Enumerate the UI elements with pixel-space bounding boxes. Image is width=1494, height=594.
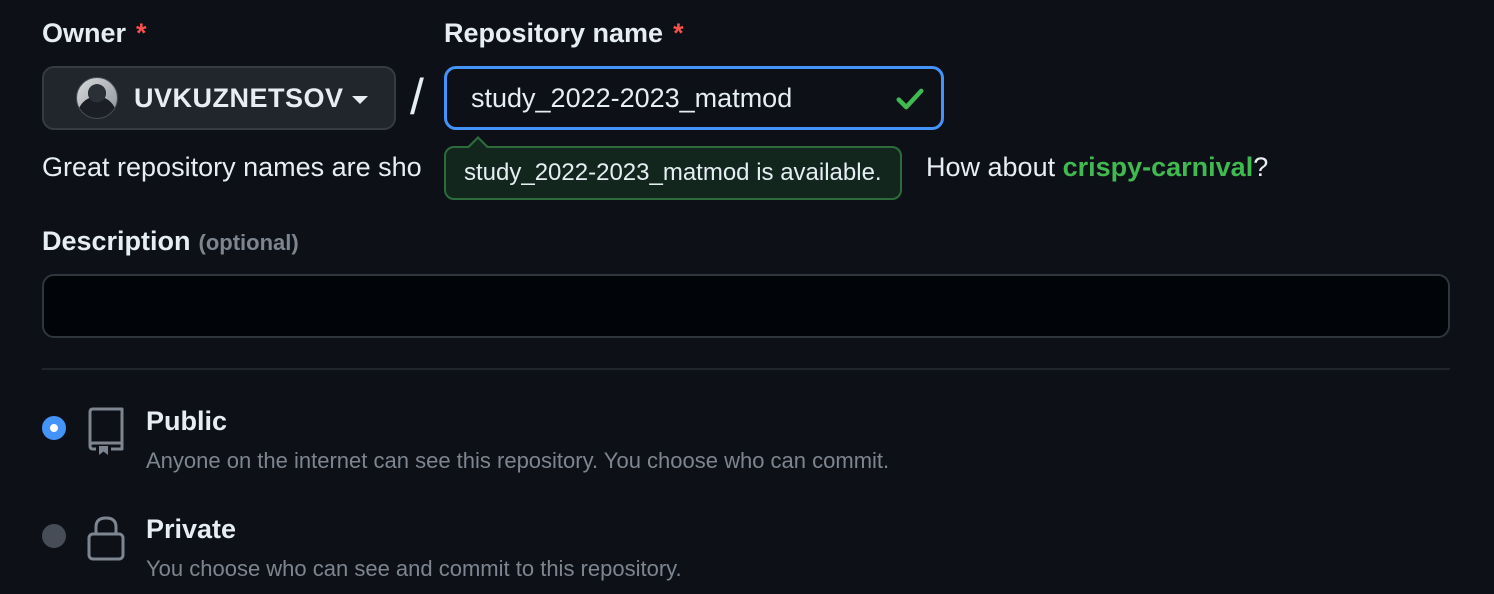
repo-name-label: Repository name *	[444, 18, 684, 49]
owner-label: Owner *	[42, 18, 147, 49]
private-radio[interactable]	[42, 524, 66, 548]
hint-suggestion-line: How about crispy-carnival?	[926, 152, 1268, 183]
owner-repo-separator: /	[410, 69, 424, 125]
description-label: Description (optional)	[42, 226, 299, 257]
public-description: Anyone on the internet can see this repo…	[146, 448, 890, 473]
caret-down-icon	[351, 96, 368, 104]
owner-name: UVKUZNETSOV	[134, 82, 344, 113]
public-radio[interactable]	[42, 416, 66, 440]
hint-how-about: How about	[926, 152, 1063, 182]
repo-name-required-mark: *	[673, 18, 684, 48]
public-title: Public	[146, 406, 228, 436]
owner-required-mark: *	[136, 18, 147, 48]
repo-name-input[interactable]: study_2022-2023_matmod	[444, 66, 944, 130]
owner-select[interactable]: UVKUZNETSOV	[42, 66, 396, 130]
section-divider	[42, 368, 1450, 370]
description-label-text: Description	[42, 226, 191, 256]
repo-name-label-text: Repository name	[444, 18, 664, 48]
description-input[interactable]	[42, 274, 1450, 338]
avatar	[76, 77, 118, 119]
availability-message: study_2022-2023_matmod is available.	[464, 159, 882, 186]
hint-prefix: Great repository names are sho	[42, 152, 422, 182]
repo-name-hint: Great repository names are sho How about…	[42, 152, 1268, 183]
suggested-name-link[interactable]: crispy-carnival	[1063, 152, 1254, 182]
hint-suffix: ?	[1253, 152, 1269, 182]
repo-icon	[88, 407, 124, 455]
private-description: You choose who can see and commit to thi…	[146, 556, 682, 581]
check-icon	[896, 88, 924, 110]
repo-name-value: study_2022-2023_matmod	[471, 82, 793, 113]
availability-tooltip: study_2022-2023_matmod is available.	[444, 136, 902, 200]
lock-icon	[87, 516, 125, 561]
description-optional-note: (optional)	[198, 230, 299, 255]
tooltip-arrow-inner	[468, 139, 488, 149]
private-title: Private	[146, 514, 237, 544]
owner-label-text: Owner	[42, 18, 127, 48]
